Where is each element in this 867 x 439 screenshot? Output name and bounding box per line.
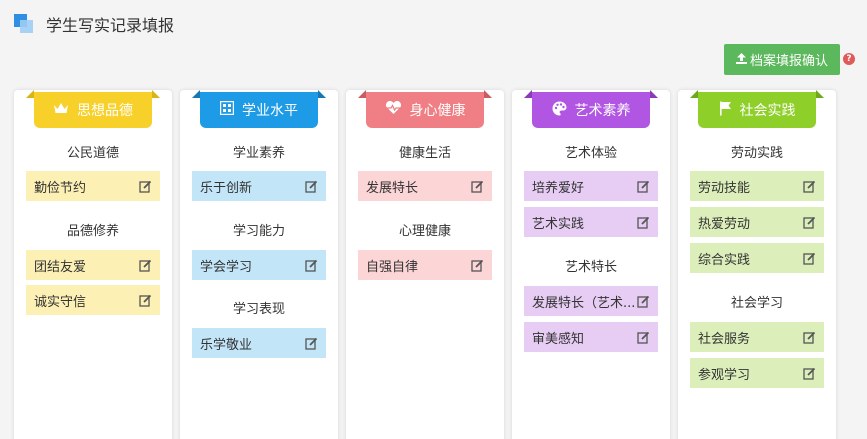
list-item[interactable]: 自强自律 [358, 250, 492, 280]
column-title: 学业水平 [242, 103, 298, 119]
item-label: 热爱劳动 [698, 216, 751, 232]
column-header: 身心健康 [358, 90, 492, 128]
list-item[interactable]: 社会服务 [690, 322, 824, 352]
column-title: 艺术素养 [574, 103, 631, 119]
list-item[interactable]: 发展特长 [358, 171, 492, 201]
heartbeat-icon [385, 100, 402, 119]
edit-icon[interactable] [637, 331, 650, 344]
item-label: 参观学习 [698, 367, 751, 383]
edit-icon[interactable] [803, 216, 816, 229]
edit-icon[interactable] [471, 180, 484, 193]
archive-confirm-label: 档案填报确认 [749, 54, 828, 69]
edit-icon[interactable] [803, 252, 816, 265]
column-header: 社会实践 [690, 90, 824, 128]
item-label: 综合实践 [698, 252, 751, 268]
edit-icon[interactable] [305, 259, 318, 272]
group-title: 劳动实践 [730, 146, 783, 161]
list-item[interactable]: 培养爱好 [524, 171, 658, 201]
edit-icon[interactable] [139, 180, 152, 193]
list-item[interactable]: 诚实守信 [26, 285, 160, 315]
item-label: 发展特长（艺术... [532, 295, 636, 311]
page-header: 学生写实记录填报 [14, 12, 174, 36]
edit-icon[interactable] [305, 337, 318, 350]
item-label: 学会学习 [200, 259, 253, 275]
item-label: 艺术实践 [532, 216, 585, 232]
list-item[interactable]: 参观学习 [690, 358, 824, 388]
group-title: 艺术体验 [564, 146, 617, 161]
edit-icon[interactable] [803, 180, 816, 193]
list-item[interactable]: 勤俭节约 [26, 171, 160, 201]
archive-confirm-button[interactable]: 档案填报确认 [724, 44, 840, 75]
edit-icon[interactable] [637, 216, 650, 229]
group-title: 学业素养 [232, 146, 285, 161]
edit-icon[interactable] [139, 294, 152, 307]
column-header: 艺术素养 [524, 90, 658, 128]
crown-icon [53, 101, 69, 119]
list-item[interactable]: 劳动技能 [690, 171, 824, 201]
item-label: 团结友爱 [34, 259, 87, 275]
edit-icon[interactable] [139, 259, 152, 272]
item-label: 培养爱好 [532, 180, 585, 196]
upload-icon [735, 52, 747, 67]
column-academic: 学业水平 学业素养 乐于创新 学习能力 学会学习 学习表现 乐学敬业 [180, 90, 338, 439]
item-label: 乐于创新 [200, 180, 253, 196]
edit-icon[interactable] [803, 331, 816, 344]
item-label: 勤俭节约 [34, 180, 87, 196]
group-title: 学习表现 [232, 302, 285, 317]
list-item[interactable]: 热爱劳动 [690, 207, 824, 237]
list-item[interactable]: 审美感知 [524, 322, 658, 352]
edit-icon[interactable] [803, 367, 816, 380]
edit-icon[interactable] [637, 295, 650, 308]
group-title: 社会学习 [730, 296, 783, 311]
list-item[interactable]: 团结友爱 [26, 250, 160, 280]
list-item[interactable]: 发展特长（艺术... [524, 286, 658, 316]
edit-icon[interactable] [305, 180, 318, 193]
stacked-squares-icon [14, 14, 36, 34]
page-title: 学生写实记录填报 [46, 16, 175, 35]
item-label: 诚实守信 [34, 294, 87, 310]
flag-icon [719, 101, 732, 120]
item-label: 审美感知 [532, 331, 585, 347]
column-header: 学业水平 [192, 90, 326, 128]
column-title: 身心健康 [409, 103, 466, 119]
help-icon[interactable]: ? [843, 53, 855, 65]
grid-icon [219, 100, 235, 119]
edit-icon[interactable] [637, 180, 650, 193]
list-item[interactable]: 乐于创新 [192, 171, 326, 201]
item-label: 自强自律 [366, 259, 419, 275]
group-title: 学习能力 [232, 224, 285, 239]
list-item[interactable]: 乐学敬业 [192, 328, 326, 358]
column-title: 思想品德 [77, 103, 133, 119]
item-label: 乐学敬业 [200, 337, 253, 353]
group-title: 公民道德 [66, 146, 119, 161]
group-title: 品德修养 [66, 224, 119, 239]
list-item[interactable]: 艺术实践 [524, 207, 658, 237]
edit-icon[interactable] [471, 259, 484, 272]
group-title: 健康生活 [398, 146, 451, 161]
list-item[interactable]: 综合实践 [690, 243, 824, 273]
column-social: 社会实践 劳动实践 劳动技能 热爱劳动 综合实践 社会学习 社会服务 参观学习 [678, 90, 836, 439]
column-title: 社会实践 [739, 103, 796, 119]
group-title: 艺术特长 [564, 260, 617, 275]
column-health: 身心健康 健康生活 发展特长 心理健康 自强自律 [346, 90, 504, 439]
item-label: 劳动技能 [698, 180, 751, 196]
item-label: 社会服务 [698, 331, 751, 347]
list-item[interactable]: 学会学习 [192, 250, 326, 280]
group-title: 心理健康 [398, 224, 451, 239]
palette-icon [552, 101, 567, 120]
column-arts: 艺术素养 艺术体验 培养爱好 艺术实践 艺术特长 发展特长（艺术... 审美感知 [512, 90, 670, 439]
column-moral: 思想品德 公民道德 勤俭节约 品德修养 团结友爱 诚实守信 [14, 90, 172, 439]
column-header: 思想品德 [26, 90, 160, 128]
item-label: 发展特长 [366, 180, 419, 196]
